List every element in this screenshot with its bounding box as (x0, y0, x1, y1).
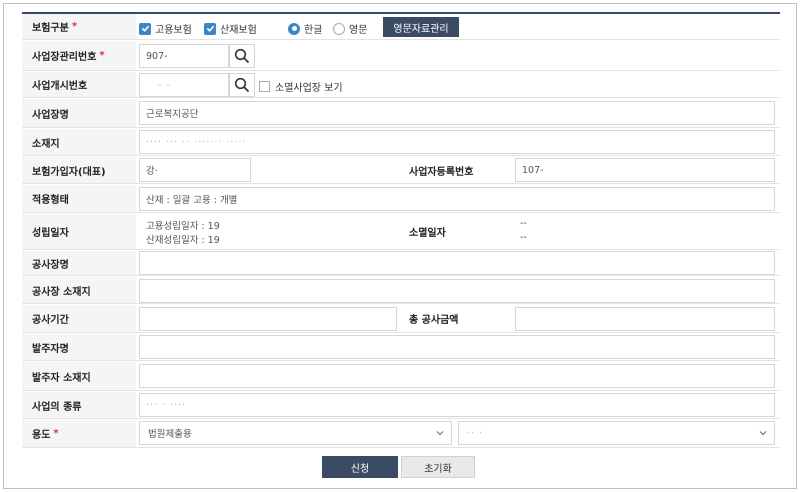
language-english-radio[interactable]: 영문 (333, 21, 367, 36)
extinct-date-2: -- (520, 232, 527, 243)
row-apply-type: 적용형태 산재 : 일괄 고용 : 개별 (22, 185, 780, 213)
address-field[interactable]: ···· ··· ·· ······· ····· (139, 130, 775, 154)
required-mark: * (53, 428, 59, 439)
row-site-mgmt-no: 사업장관리번호 * 907- (22, 41, 780, 71)
radio-selected-icon (288, 22, 300, 35)
label-business-kind: 사업의 종류 (22, 392, 136, 418)
label-construction-period: 공사기간 (22, 305, 136, 332)
biz-reg-no-field[interactable]: 107- (515, 158, 775, 182)
site-mgmt-no-input[interactable]: 907- (139, 44, 229, 68)
reset-button[interactable]: 초기화 (401, 456, 475, 478)
row-client-address: 발주자 소재지 (22, 362, 780, 391)
business-kind-field: ··· · ···· (139, 393, 775, 417)
purpose-select[interactable]: 법원제출용 (139, 421, 452, 445)
construction-period-input[interactable] (139, 307, 397, 331)
row-construction-address: 공사장 소재지 (22, 277, 780, 304)
representative-field[interactable]: 강· (139, 158, 251, 182)
employment-insurance-checkbox[interactable]: 고용보험 (139, 21, 192, 36)
row-insurance-type: 보험구분 * 고용보험 산재보험 한글 영문 영문자료관리 (22, 14, 780, 40)
chevron-down-icon (436, 431, 444, 436)
checkbox-checked-icon (139, 22, 151, 35)
construction-name-input[interactable] (139, 251, 775, 275)
english-data-management-button[interactable]: 영문자료관리 (383, 17, 459, 37)
label-extinct: 소멸일자 (399, 214, 513, 249)
label-purpose: 용도 * (22, 420, 136, 447)
label-apply-type: 적용형태 (22, 185, 136, 212)
row-business-kind: 사업의 종류 ··· · ···· (22, 392, 780, 419)
search-icon[interactable] (229, 73, 255, 97)
checkbox-checked-icon (204, 22, 216, 35)
label-address: 소재지 (22, 129, 136, 155)
row-construction-period: 공사기간 총 공사금액 (22, 305, 780, 333)
chevron-down-icon (759, 431, 767, 436)
accident-insurance-checkbox[interactable]: 산재보험 (204, 21, 257, 36)
language-korean-radio[interactable]: 한글 (288, 21, 322, 36)
purpose-detail-select[interactable]: ·· · (458, 421, 775, 445)
checkbox-unchecked-icon (259, 81, 270, 92)
extinct-date-1: -- (520, 218, 527, 229)
radio-unselected-icon (333, 22, 345, 35)
show-closed-sites-checkbox[interactable]: 소멸사업장 보기 (259, 79, 343, 94)
row-open-biz-no: 사업개시번호 - - 소멸사업장 보기 (22, 72, 780, 98)
site-name-field[interactable]: 근로복지공단 (139, 101, 775, 125)
submit-button[interactable]: 신청 (322, 456, 398, 478)
label-construction-address: 공사장 소재지 (22, 277, 136, 303)
employment-established-date: 고용성립일자 : 19 (146, 221, 220, 232)
label-total-amount: 총 공사금액 (399, 305, 513, 332)
client-name-input[interactable] (139, 335, 775, 359)
search-icon[interactable] (229, 44, 255, 68)
row-established: 성립일자 고용성립일자 : 19 산재성립일자 : 19 소멸일자 -- -- (22, 214, 780, 250)
label-insurance-type: 보험구분 * (22, 14, 136, 39)
label-open-biz-no: 사업개시번호 (22, 72, 136, 97)
label-representative: 보험가입자(대표) (22, 157, 136, 183)
row-site-name: 사업장명 근로복지공단 (22, 99, 780, 128)
required-mark: * (99, 50, 105, 61)
row-construction-name: 공사장명 (22, 251, 780, 276)
required-mark: * (71, 21, 78, 32)
client-address-input[interactable] (139, 364, 775, 388)
label-client-address: 발주자 소재지 (22, 362, 136, 390)
row-representative: 보험가입자(대표) 강· 사업자등록번호 107- (22, 157, 780, 184)
accident-established-date: 산재성립일자 : 19 (146, 235, 220, 246)
row-address: 소재지 ···· ··· ·· ······· ····· (22, 129, 780, 156)
row-client-name: 발주자명 (22, 334, 780, 361)
total-amount-input[interactable] (515, 307, 775, 331)
label-client-name: 발주자명 (22, 334, 136, 360)
label-construction-name: 공사장명 (22, 251, 136, 275)
open-biz-no-input[interactable]: - - (139, 73, 229, 97)
label-established: 성립일자 (22, 214, 136, 249)
label-site-mgmt-no: 사업장관리번호 * (22, 41, 136, 70)
label-site-name: 사업장명 (22, 99, 136, 127)
label-biz-reg-no: 사업자등록번호 (399, 157, 513, 183)
apply-type-field: 산재 : 일괄 고용 : 개별 (139, 187, 775, 211)
construction-address-input[interactable] (139, 279, 775, 303)
row-purpose: 용도 * 법원제출용 ·· · (22, 420, 780, 448)
